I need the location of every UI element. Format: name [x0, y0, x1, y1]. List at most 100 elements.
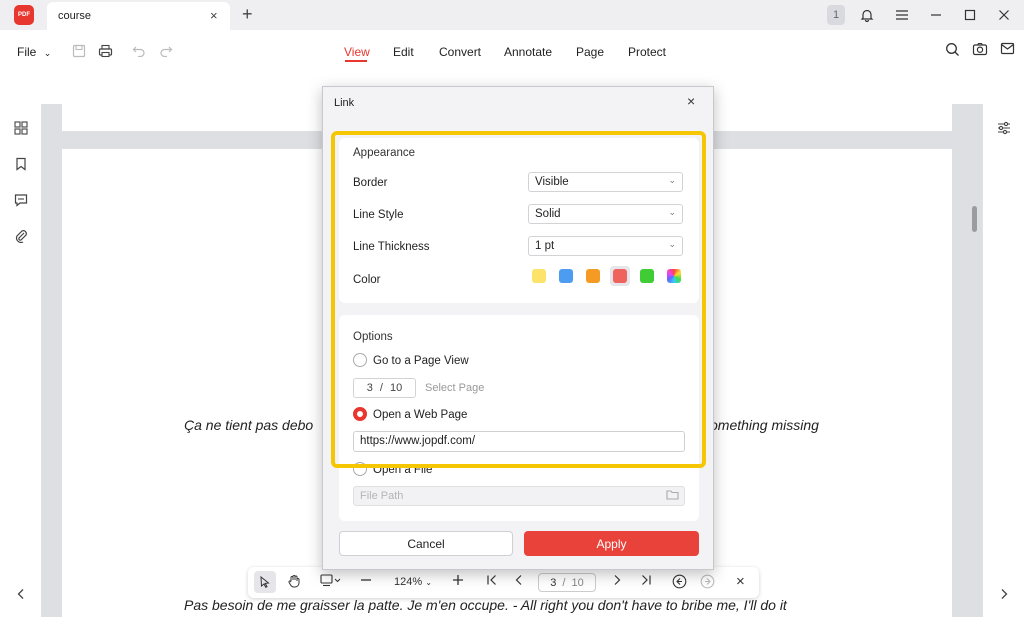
chevron-down-icon: ⌄ — [425, 578, 432, 587]
bell-icon[interactable] — [857, 5, 877, 25]
menu-annotate[interactable]: Annotate — [504, 45, 552, 59]
url-input[interactable]: https://www.jopdf.com/ — [353, 431, 685, 452]
color-swatch-blue[interactable] — [559, 269, 573, 283]
undo-icon[interactable] — [130, 42, 148, 60]
thumbnails-icon[interactable] — [13, 120, 29, 136]
app-logo: PDF — [14, 5, 34, 25]
menu-page[interactable]: Page — [576, 45, 604, 59]
line-style-select[interactable]: Solid ⌄ — [528, 204, 683, 224]
file-menu-label: File — [17, 45, 37, 59]
open-web-page-label: Open a Web Page — [373, 409, 468, 421]
border-label: Border — [353, 177, 388, 189]
open-web-page-radio[interactable] — [353, 407, 367, 421]
last-page-icon[interactable] — [640, 574, 652, 589]
notification-count-badge[interactable]: 1 — [827, 5, 845, 25]
file-menu[interactable]: File ⌄ — [17, 45, 51, 59]
chevron-down-icon: ⌄ — [668, 207, 676, 217]
menu-protect[interactable]: Protect — [628, 45, 666, 59]
menu-view[interactable]: View — [344, 45, 370, 59]
camera-icon[interactable] — [972, 42, 988, 59]
go-to-page-label: Go to a Page View — [373, 355, 469, 367]
line-thickness-select[interactable]: 1 pt ⌄ — [528, 236, 683, 256]
menu-edit[interactable]: Edit — [393, 45, 414, 59]
appearance-title: Appearance — [353, 147, 416, 159]
page-view-input[interactable]: 3 / 10 — [353, 378, 416, 398]
zoom-level-select[interactable]: 124% ⌄ — [394, 576, 432, 588]
collapse-left-icon[interactable] — [13, 586, 29, 602]
hand-tool-icon[interactable] — [288, 574, 301, 591]
open-file-radio[interactable] — [353, 462, 367, 476]
current-page-number: 3 — [550, 576, 557, 589]
bottom-toolbar: 124% ⌄ 3 / 10 × — [248, 567, 759, 598]
page-separator: / — [562, 576, 566, 589]
color-swatch-orange[interactable] — [586, 269, 600, 283]
right-sidebar — [982, 104, 1024, 617]
zoom-out-icon[interactable] — [360, 574, 372, 589]
properties-sliders-icon[interactable] — [996, 120, 1012, 136]
total-pages: 10 — [571, 576, 584, 589]
page-view-current: 3 — [366, 382, 373, 394]
minimize-icon[interactable] — [926, 5, 946, 25]
options-card: Options Go to a Page View 3 / 10 Select … — [339, 315, 699, 521]
zoom-level: 124% — [394, 576, 423, 588]
back-view-icon[interactable] — [672, 574, 687, 592]
mail-icon[interactable] — [1000, 42, 1015, 58]
bookmark-icon[interactable] — [13, 156, 29, 172]
link-dialog: Link × Appearance Border Visible ⌄ Line … — [322, 86, 714, 570]
chevron-down-icon: ⌄ — [668, 175, 676, 185]
dialog-close-icon[interactable]: × — [687, 93, 695, 109]
menu-convert[interactable]: Convert — [439, 45, 481, 59]
select-page-link[interactable]: Select Page — [425, 382, 484, 394]
line-style-value: Solid — [535, 208, 561, 220]
line-style-label: Line Style — [353, 209, 404, 221]
chevron-down-icon: ⌄ — [668, 239, 676, 249]
border-value: Visible — [535, 176, 569, 188]
print-icon[interactable] — [96, 42, 114, 60]
forward-view-icon[interactable] — [700, 574, 715, 592]
border-select[interactable]: Visible ⌄ — [528, 172, 683, 192]
document-text-line: Pas besoin de me graisser la patte. Je m… — [184, 597, 787, 613]
line-thickness-value: 1 pt — [535, 240, 555, 252]
page-view-separator: / — [379, 382, 383, 394]
open-file-label: Open a File — [373, 464, 433, 476]
collapse-right-icon[interactable] — [996, 586, 1012, 602]
apply-button[interactable]: Apply — [524, 531, 699, 556]
document-text-line: omething missing — [710, 417, 819, 433]
save-icon[interactable] — [70, 42, 88, 60]
comment-icon[interactable] — [13, 192, 29, 208]
comment-mode-icon[interactable] — [320, 574, 342, 590]
redo-icon[interactable] — [157, 42, 175, 60]
file-path-input[interactable]: File Path — [353, 486, 685, 506]
custom-color-picker-icon[interactable] — [667, 269, 681, 283]
document-text-line: Ça ne tient pas debo — [184, 417, 314, 433]
window-close-icon[interactable] — [994, 5, 1014, 25]
page-view-total: 10 — [389, 382, 403, 394]
zoom-in-icon[interactable] — [452, 574, 464, 589]
color-swatch-green[interactable] — [640, 269, 654, 283]
folder-icon[interactable] — [666, 489, 679, 503]
active-menu-underline — [345, 60, 367, 62]
maximize-icon[interactable] — [960, 5, 980, 25]
search-icon[interactable] — [945, 42, 960, 60]
options-title: Options — [353, 331, 393, 343]
attachment-icon[interactable] — [13, 228, 29, 244]
vertical-scrollbar[interactable] — [972, 206, 977, 232]
add-tab-icon[interactable]: + — [242, 4, 253, 25]
color-swatch-red[interactable] — [613, 269, 627, 283]
next-page-icon[interactable] — [612, 574, 622, 589]
left-sidebar — [0, 104, 42, 617]
color-swatch-yellow[interactable] — [532, 269, 546, 283]
first-page-icon[interactable] — [486, 574, 498, 589]
previous-page-icon[interactable] — [514, 574, 524, 589]
close-bottom-toolbar-icon[interactable]: × — [736, 573, 745, 590]
line-thickness-label: Line Thickness — [353, 241, 430, 253]
title-bar: PDF course × + 1 — [0, 0, 1024, 30]
tab-close-icon[interactable]: × — [210, 8, 218, 23]
cancel-button[interactable]: Cancel — [339, 531, 513, 556]
document-tab[interactable]: course × — [47, 2, 230, 30]
page-number-input[interactable]: 3 / 10 — [538, 573, 596, 592]
go-to-page-radio[interactable] — [353, 353, 367, 367]
hamburger-menu-icon[interactable] — [892, 5, 912, 25]
select-tool-icon[interactable] — [254, 571, 276, 593]
chevron-down-icon: ⌄ — [43, 48, 52, 58]
